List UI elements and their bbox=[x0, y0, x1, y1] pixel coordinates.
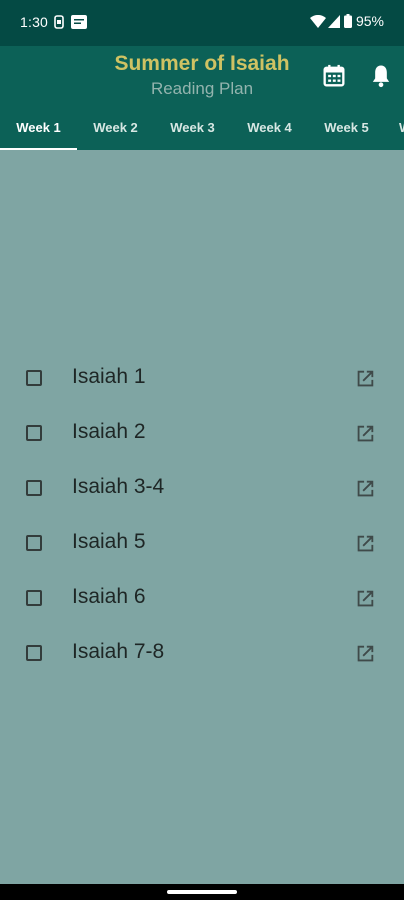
tab-week-4[interactable]: Week 4 bbox=[231, 104, 308, 150]
home-gesture-handle[interactable] bbox=[167, 890, 237, 894]
status-time: 1:30 bbox=[20, 14, 49, 30]
open-in-new-icon[interactable] bbox=[354, 423, 376, 445]
page-subtitle: Reading Plan bbox=[150, 79, 254, 98]
page-title: Summer of Isaiah bbox=[114, 52, 290, 75]
wifi-icon bbox=[309, 14, 326, 28]
reading-label: Isaiah 1 bbox=[72, 365, 146, 388]
reading-label: Isaiah 7-8 bbox=[72, 640, 165, 663]
tab-week-6[interactable]: W bbox=[385, 104, 404, 150]
list-item: Isaiah 5 bbox=[0, 517, 404, 572]
battery-percent: 95% bbox=[355, 13, 384, 29]
reading-checkbox[interactable] bbox=[26, 480, 42, 496]
reading-checkbox[interactable] bbox=[26, 425, 42, 441]
list-item: Isaiah 6 bbox=[0, 572, 404, 627]
reading-checkbox[interactable] bbox=[26, 370, 42, 386]
list-item: Isaiah 3-4 bbox=[0, 462, 404, 517]
status-bar: 1:30 95% bbox=[0, 0, 404, 46]
signal-icon bbox=[327, 14, 340, 28]
open-in-new-icon[interactable] bbox=[354, 478, 376, 500]
notification-icon bbox=[54, 15, 64, 29]
tab-week-2[interactable]: Week 2 bbox=[77, 104, 154, 150]
open-in-new-icon[interactable] bbox=[354, 643, 376, 665]
reading-label: Isaiah 5 bbox=[72, 530, 146, 553]
reading-checkbox[interactable] bbox=[26, 535, 42, 551]
active-tab-indicator bbox=[0, 148, 77, 150]
app-bar: Summer of Isaiah Reading Plan Week 1 Wee… bbox=[0, 46, 404, 150]
list-item: Isaiah 2 bbox=[0, 407, 404, 462]
reading-label: Isaiah 3-4 bbox=[72, 475, 165, 498]
bell-icon[interactable] bbox=[367, 62, 395, 90]
open-in-new-icon[interactable] bbox=[354, 588, 376, 610]
message-icon bbox=[71, 15, 87, 29]
tab-week-5[interactable]: Week 5 bbox=[308, 104, 385, 150]
reading-label: Isaiah 2 bbox=[72, 420, 146, 443]
list-item: Isaiah 7-8 bbox=[0, 627, 404, 682]
battery-icon bbox=[343, 14, 352, 28]
open-in-new-icon[interactable] bbox=[354, 533, 376, 555]
calendar-icon[interactable] bbox=[320, 62, 348, 90]
navigation-bar bbox=[0, 884, 404, 900]
week-tabs: Week 1 Week 2 Week 3 Week 4 Week 5 W bbox=[0, 104, 404, 150]
reading-checkbox[interactable] bbox=[26, 645, 42, 661]
status-indicators: 95% bbox=[309, 13, 384, 29]
tab-week-3[interactable]: Week 3 bbox=[154, 104, 231, 150]
list-item: Isaiah 1 bbox=[0, 352, 404, 407]
reading-label: Isaiah 6 bbox=[72, 585, 146, 608]
tab-week-1[interactable]: Week 1 bbox=[0, 104, 77, 150]
open-in-new-icon[interactable] bbox=[354, 368, 376, 390]
reading-checkbox[interactable] bbox=[26, 590, 42, 606]
